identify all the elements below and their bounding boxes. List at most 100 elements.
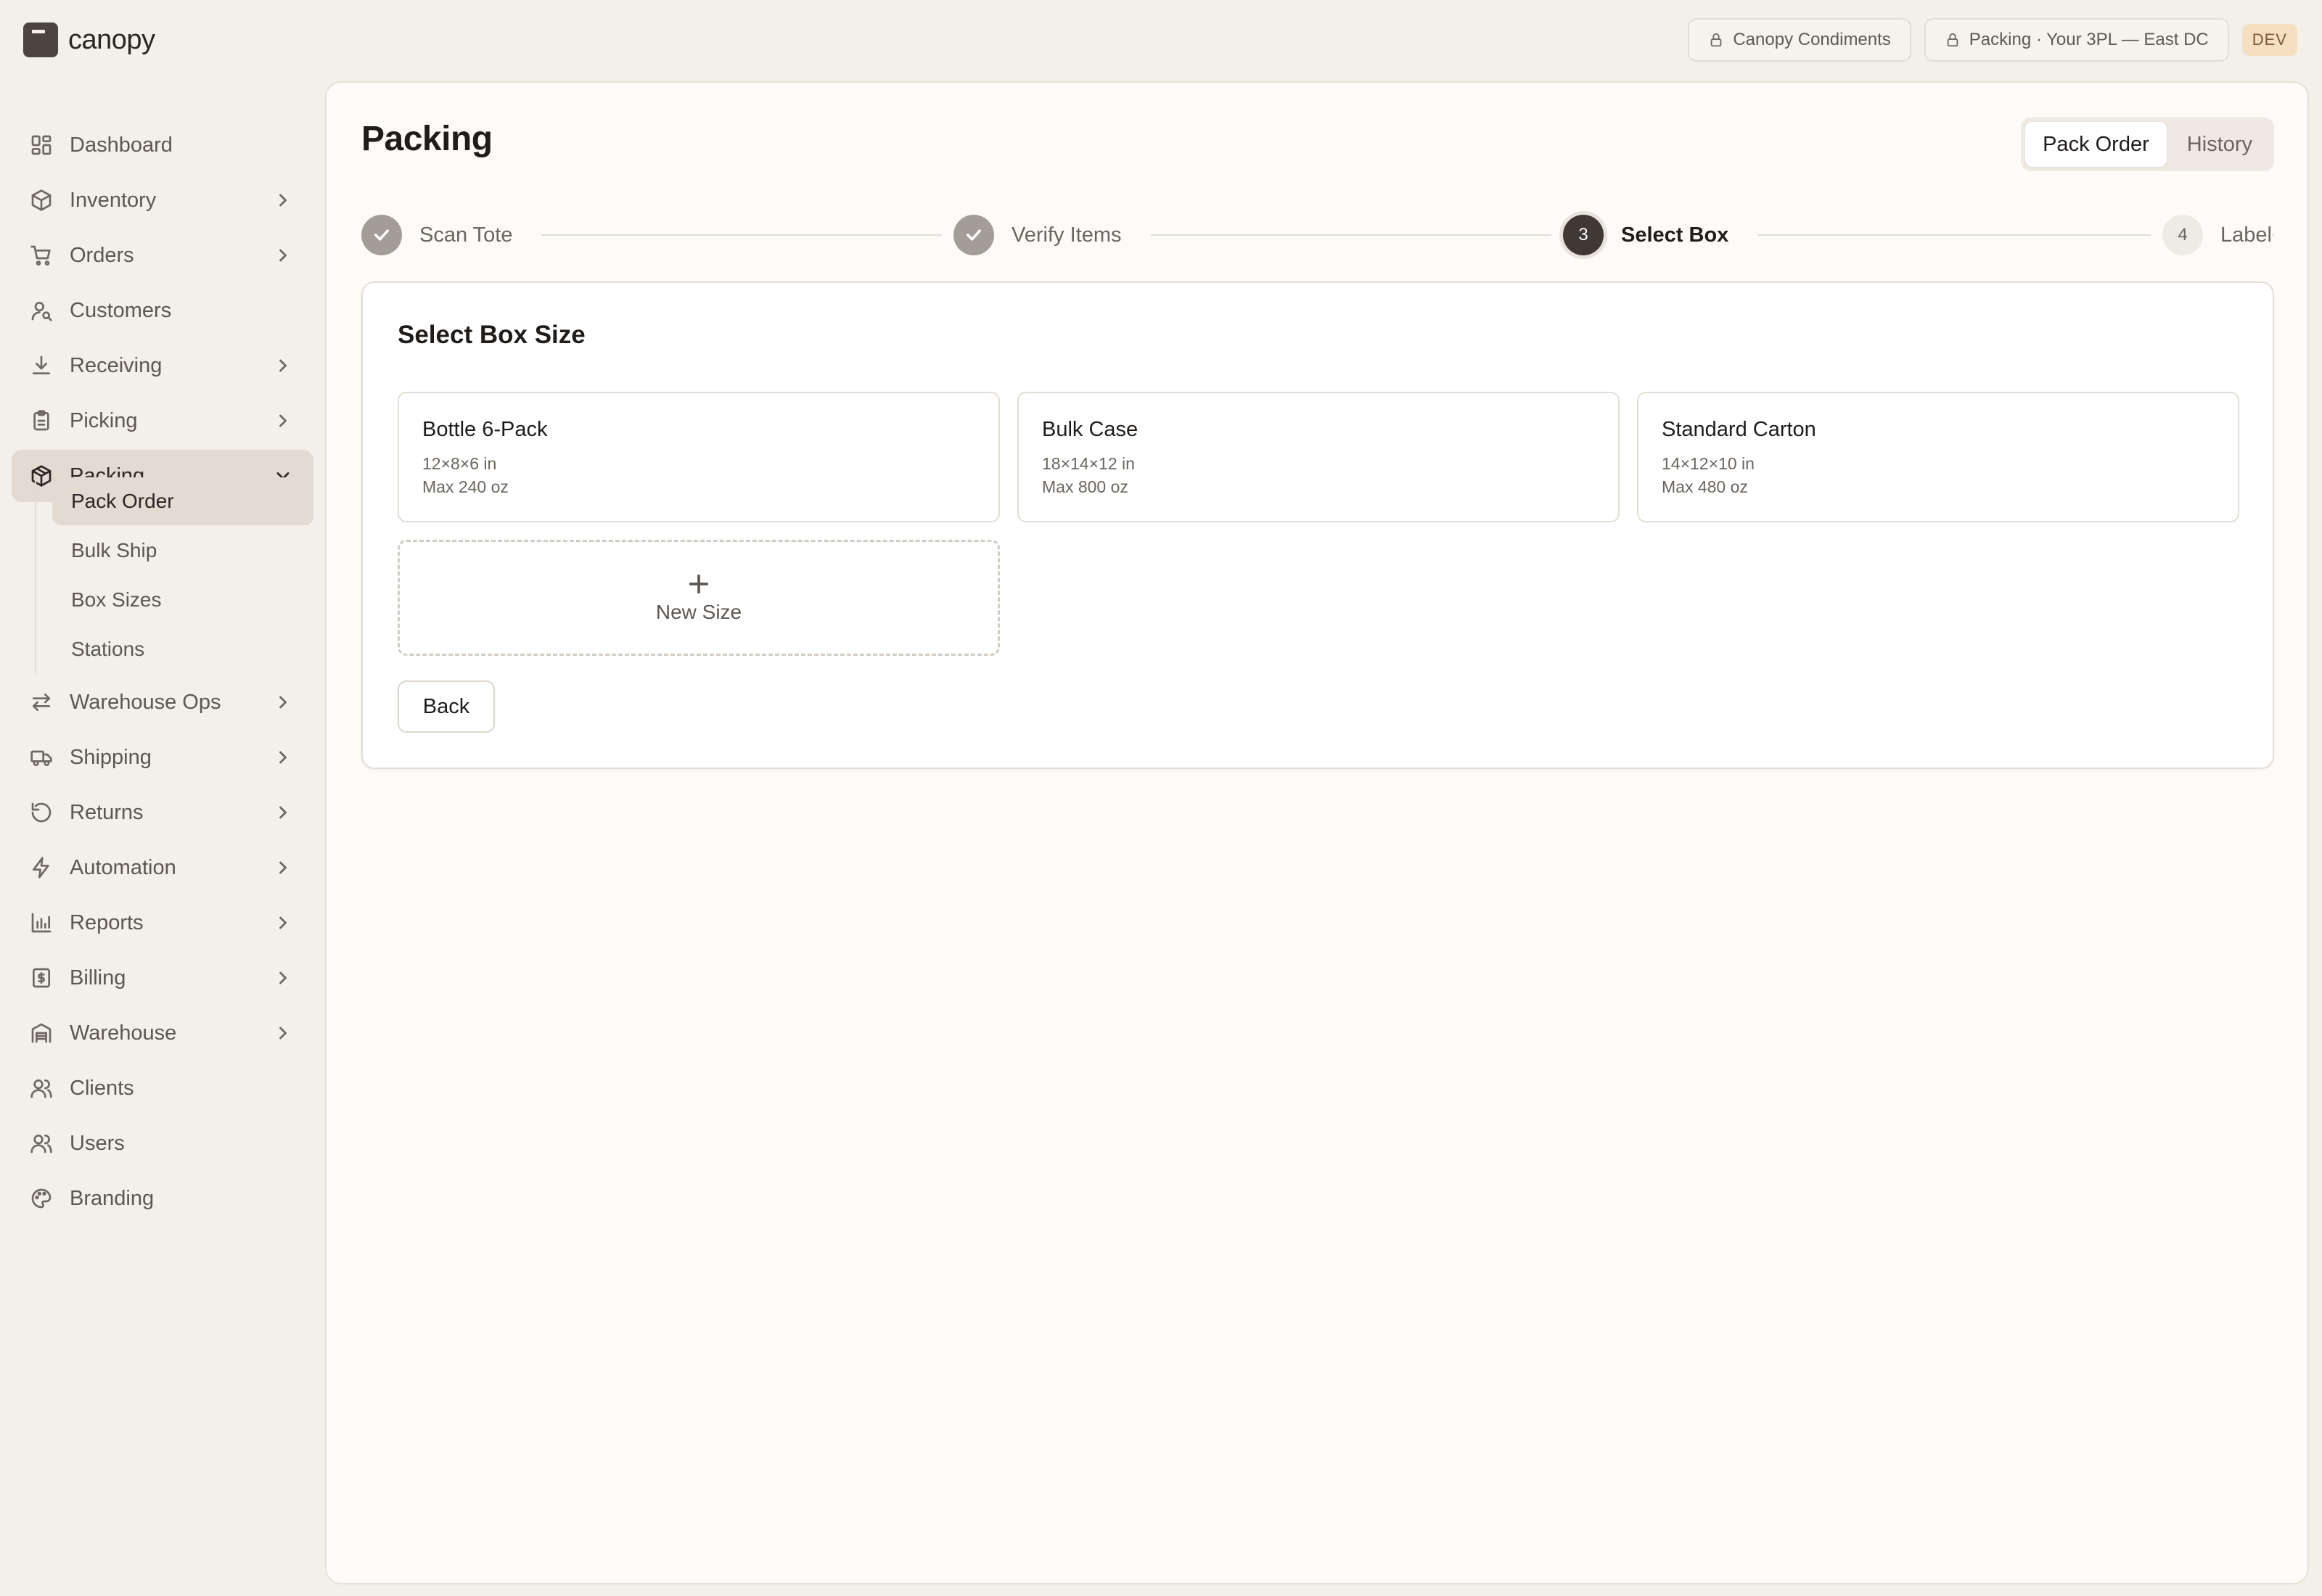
customer-icon	[29, 298, 54, 323]
step-number-indicator: 3	[1563, 215, 1604, 255]
pack-stepper: Scan Tote Verify Items 3 Select Box 4 La…	[361, 206, 2274, 264]
chevron-right-icon	[273, 245, 293, 266]
cart-icon	[29, 243, 54, 268]
sidebar-item-receiving[interactable]: Receiving	[12, 340, 313, 392]
step-label-print: 4 Label	[2151, 213, 2272, 257]
header-actions: Canopy Condiments Packing · Your 3PL — E…	[1688, 18, 2297, 62]
sidebar-item-label: Billing	[70, 966, 126, 990]
sidebar-item-warehouse[interactable]: Warehouse	[12, 1007, 313, 1059]
box-option-bulk-case[interactable]: Bulk Case 18×14×12 in Max 800 oz	[1017, 392, 1620, 522]
app-root: canopy Canopy Condiments Packing · Your …	[0, 0, 2322, 1596]
step-label: Scan Tote	[419, 223, 513, 247]
step-done-indicator	[361, 215, 402, 255]
box-name: Bottle 6-Pack	[422, 418, 548, 441]
step-done-indicator	[953, 215, 994, 255]
sidebar-item-label: Shipping	[70, 745, 152, 769]
box-option-bottle-6-pack[interactable]: Bottle 6-Pack 12×8×6 in Max 240 oz	[398, 392, 1000, 522]
sidebar-item-inventory[interactable]: Inventory	[12, 174, 313, 226]
stepper-track	[361, 234, 2274, 236]
canopy-logo-icon	[23, 22, 58, 57]
sidebar-item-label: Picking	[70, 408, 138, 432]
brand[interactable]: canopy	[23, 20, 155, 59]
sidebar-item-label: Receiving	[70, 353, 163, 377]
return-icon	[29, 800, 54, 825]
context-selector[interactable]: Packing · Your 3PL — East DC	[1924, 18, 2229, 62]
truck-icon	[29, 745, 54, 770]
sidebar-item-branding[interactable]: Branding	[12, 1172, 313, 1225]
palette-icon	[29, 1186, 54, 1211]
select-box-card: Select Box Size Bottle 6-Pack 12×8×6 in …	[361, 281, 2274, 769]
box-option-standard-carton[interactable]: Standard Carton 14×12×10 in Max 480 oz	[1637, 392, 2239, 522]
sidebar-subitem-box-sizes[interactable]: Box Sizes	[52, 576, 313, 624]
step-label: Label	[2220, 223, 2272, 247]
users-icon	[29, 1131, 54, 1156]
sidebar-item-users[interactable]: Users	[12, 1117, 313, 1169]
chevron-right-icon	[273, 802, 293, 823]
download-icon	[29, 353, 54, 378]
tab-history[interactable]: History	[2170, 122, 2270, 167]
box-max-weight: Max 800 oz	[1042, 477, 1128, 496]
sidebar-item-returns[interactable]: Returns	[12, 786, 313, 839]
chevron-right-icon	[273, 857, 293, 878]
bolt-icon	[29, 855, 54, 880]
sidebar-item-label: Clients	[70, 1076, 134, 1100]
chevron-right-icon	[273, 913, 293, 933]
view-tabs: Pack Order History	[2021, 118, 2274, 171]
box-max-weight: Max 480 oz	[1662, 477, 1748, 496]
sidebar-subitem-pack-order[interactable]: Pack Order	[52, 477, 313, 525]
sidebar-subitem-bulk-ship[interactable]: Bulk Ship	[52, 527, 313, 575]
sidebar-item-label: Dashboard	[70, 133, 173, 157]
sidebar-item-dashboard[interactable]: Dashboard	[12, 119, 313, 171]
box-name: Bulk Case	[1042, 418, 1139, 441]
sidebar-item-label: Reports	[70, 910, 144, 934]
plus-icon	[689, 574, 709, 594]
box-icon	[29, 188, 54, 213]
chevron-right-icon	[273, 355, 293, 376]
sidebar-item-customers[interactable]: Customers	[12, 284, 313, 337]
sidebar-item-reports[interactable]: Reports	[12, 897, 313, 949]
dashboard-icon	[29, 133, 54, 157]
sidebar-item-label: Warehouse Ops	[70, 690, 221, 714]
new-size-button[interactable]: New Size	[398, 540, 1000, 656]
step-label: Select Box	[1621, 223, 1729, 247]
sidebar-item-billing[interactable]: Billing	[12, 952, 313, 1004]
env-badge: DEV	[2241, 24, 2297, 56]
sidebar-subitem-label: Stations	[71, 638, 145, 660]
sidebar-item-clients[interactable]: Clients	[12, 1062, 313, 1114]
sidebar-item-automation[interactable]: Automation	[12, 842, 313, 894]
warehouse-icon	[29, 1021, 54, 1045]
page-title: Packing	[361, 120, 493, 158]
clients-icon	[29, 1076, 54, 1101]
sidebar-item-picking[interactable]: Picking	[12, 395, 313, 447]
step-verify-items: Verify Items	[942, 213, 1151, 257]
sidebar-subitem-stations[interactable]: Stations	[52, 625, 313, 673]
box-dimensions: 12×8×6 in	[422, 454, 497, 473]
billing-icon	[29, 966, 54, 990]
sidebar-subitem-label: Pack Order	[71, 490, 174, 512]
sidebar-item-warehouse-ops[interactable]: Warehouse Ops	[12, 676, 313, 728]
sidebar-item-orders[interactable]: Orders	[12, 229, 313, 281]
box-max-weight: Max 240 oz	[422, 477, 509, 496]
step-select-box: 3 Select Box	[1551, 213, 1758, 257]
sidebar-subitem-label: Bulk Ship	[71, 539, 157, 562]
new-size-label: New Size	[655, 601, 742, 623]
context-selector-label: Packing · Your 3PL — East DC	[1969, 30, 2209, 49]
check-icon	[374, 229, 389, 241]
subnav-divider	[35, 479, 36, 673]
back-button[interactable]: Back	[398, 680, 495, 733]
sidebar-item-label: Warehouse	[70, 1021, 177, 1045]
sidebar-item-label: Branding	[70, 1186, 155, 1210]
sidebar-subitem-label: Box Sizes	[71, 588, 162, 611]
client-selector[interactable]: Canopy Condiments	[1688, 18, 1911, 62]
brand-name: canopy	[68, 24, 155, 55]
card-title: Select Box Size	[398, 321, 586, 349]
step-label: Verify Items	[1012, 223, 1122, 247]
main-panel: Packing Pack Order History Scan Tote Ver…	[325, 81, 2309, 1584]
box-name: Standard Carton	[1662, 418, 1816, 441]
package-icon	[29, 464, 54, 488]
client-selector-label: Canopy Condiments	[1733, 30, 1891, 49]
arrows-icon	[29, 690, 54, 715]
sidebar-item-shipping[interactable]: Shipping	[12, 731, 313, 783]
tab-pack-order[interactable]: Pack Order	[2025, 122, 2167, 167]
sidebar-item-label: Inventory	[70, 188, 157, 212]
